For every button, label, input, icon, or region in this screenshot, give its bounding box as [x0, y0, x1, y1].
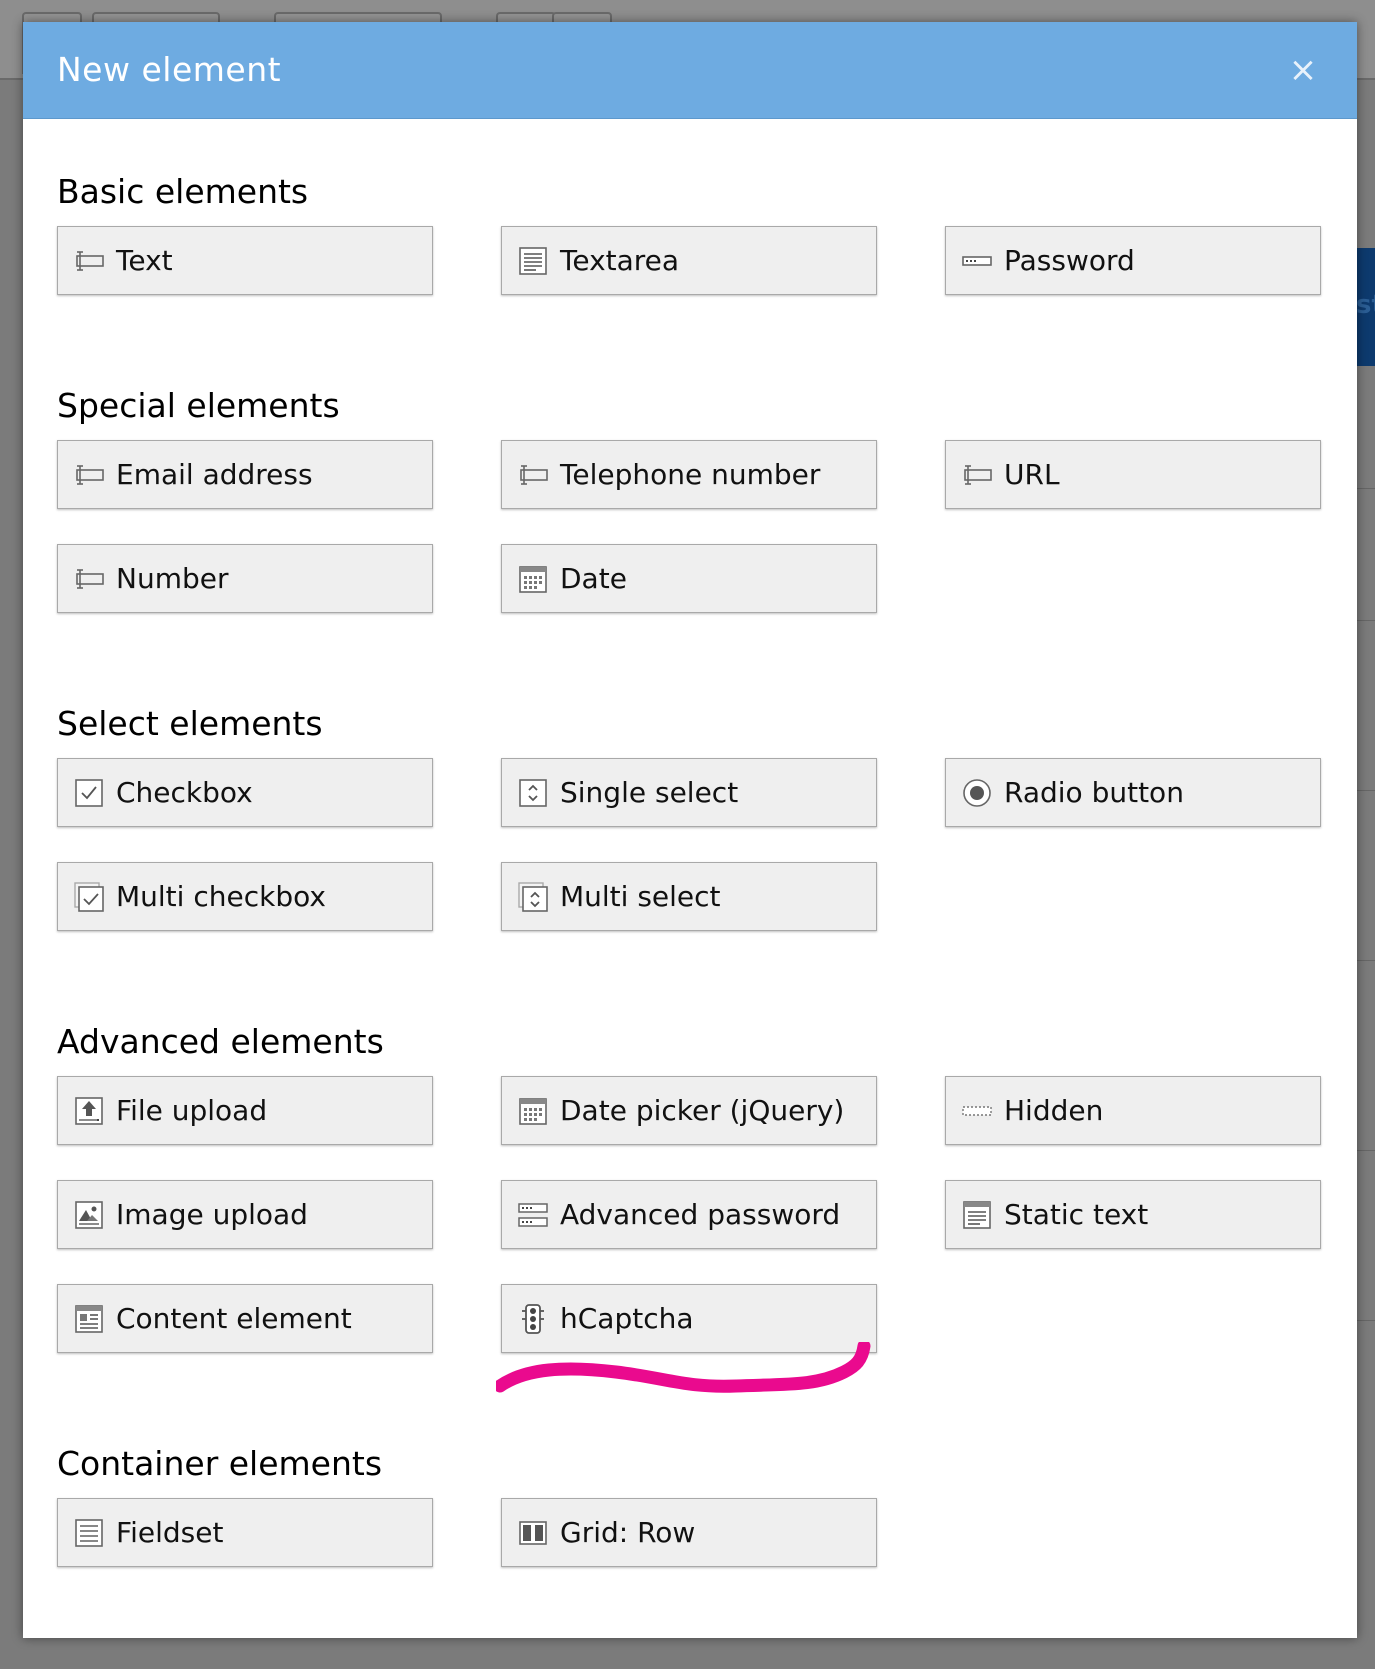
element-button-content-element[interactable]: Content element: [57, 1284, 433, 1353]
calendar-icon: [517, 563, 549, 595]
element-label: Multi select: [560, 880, 721, 913]
background-divider: [1357, 1320, 1375, 1321]
element-button-grid-row[interactable]: Grid: Row: [501, 1498, 877, 1567]
background-divider: [1357, 1150, 1375, 1151]
text-field-icon: [73, 245, 105, 277]
static-text-icon: [961, 1199, 993, 1231]
element-label: Date: [560, 562, 627, 595]
element-button-multi-checkbox[interactable]: Multi checkbox: [57, 862, 433, 931]
element-label: Radio button: [1004, 776, 1184, 809]
element-button-checkbox[interactable]: Checkbox: [57, 758, 433, 827]
dialog-header: New element ×: [23, 22, 1357, 119]
background-divider: [1357, 620, 1375, 621]
element-label: URL: [1004, 458, 1060, 491]
element-button-multi-select[interactable]: Multi select: [501, 862, 877, 931]
grid-row-icon: [517, 1517, 549, 1549]
element-label: Date picker (jQuery): [560, 1094, 845, 1127]
text-field-icon: [961, 459, 993, 491]
password-field-icon: [961, 245, 993, 277]
content-element-icon: [73, 1303, 105, 1335]
element-button-static-text[interactable]: Static text: [945, 1180, 1321, 1249]
background-partial-text: st: [1356, 290, 1375, 320]
select-icon: [517, 777, 549, 809]
file-upload-icon: [73, 1095, 105, 1127]
element-label: Hidden: [1004, 1094, 1104, 1127]
section-title: Special elements: [57, 386, 340, 425]
element-button-url[interactable]: URL: [945, 440, 1321, 509]
section-title: Container elements: [57, 1444, 383, 1483]
element-label: Image upload: [116, 1198, 308, 1231]
element-button-file-upload[interactable]: File upload: [57, 1076, 433, 1145]
background-divider: [1357, 488, 1375, 489]
element-button-number[interactable]: Number: [57, 544, 433, 613]
element-button-single-select[interactable]: Single select: [501, 758, 877, 827]
fieldset-icon: [73, 1517, 105, 1549]
element-button-radio-button[interactable]: Radio button: [945, 758, 1321, 827]
element-label: Checkbox: [116, 776, 253, 809]
element-label: Multi checkbox: [116, 880, 326, 913]
background-divider: [1357, 960, 1375, 961]
element-button-textarea[interactable]: Textarea: [501, 226, 877, 295]
element-button-text[interactable]: Text: [57, 226, 433, 295]
element-button-image-upload[interactable]: Image upload: [57, 1180, 433, 1249]
element-button-password[interactable]: Password: [945, 226, 1321, 295]
traffic-light-icon: [517, 1303, 549, 1335]
multi-select-icon: [517, 881, 549, 913]
element-label: Textarea: [560, 244, 680, 277]
dialog-title: New element: [57, 50, 282, 89]
image-upload-icon: [73, 1199, 105, 1231]
element-label: File upload: [116, 1094, 268, 1127]
close-button[interactable]: ×: [1285, 52, 1321, 88]
annotation-underline: [496, 1342, 871, 1393]
text-field-icon: [517, 459, 549, 491]
text-field-icon: [73, 563, 105, 595]
section-title: Select elements: [57, 704, 323, 743]
element-button-fieldset[interactable]: Fieldset: [57, 1498, 433, 1567]
element-label: Email address: [116, 458, 313, 491]
calendar-icon: [517, 1095, 549, 1127]
element-button-date[interactable]: Date: [501, 544, 877, 613]
element-label: Static text: [1004, 1198, 1149, 1231]
element-label: hCaptcha: [560, 1302, 694, 1335]
advanced-password-icon: [517, 1199, 549, 1231]
section-title: Basic elements: [57, 172, 309, 211]
element-label: Content element: [116, 1302, 352, 1335]
element-button-date-picker[interactable]: Date picker (jQuery): [501, 1076, 877, 1145]
element-label: Fieldset: [116, 1516, 224, 1549]
element-button-telephone-number[interactable]: Telephone number: [501, 440, 877, 509]
section-title: Advanced elements: [57, 1022, 384, 1061]
element-label: Telephone number: [560, 458, 821, 491]
element-label: Grid: Row: [560, 1516, 696, 1549]
background-divider: [1357, 790, 1375, 791]
element-label: Password: [1004, 244, 1135, 277]
radio-icon: [961, 777, 993, 809]
textarea-icon: [517, 245, 549, 277]
element-label: Single select: [560, 776, 739, 809]
text-field-icon: [73, 459, 105, 491]
checkbox-icon: [73, 777, 105, 809]
element-button-email-address[interactable]: Email address: [57, 440, 433, 509]
element-label: Number: [116, 562, 229, 595]
element-button-hidden[interactable]: Hidden: [945, 1076, 1321, 1145]
multi-checkbox-icon: [73, 881, 105, 913]
element-label: Advanced password: [560, 1198, 841, 1231]
hidden-field-icon: [961, 1095, 993, 1127]
element-label: Text: [116, 244, 173, 277]
element-button-advanced-password[interactable]: Advanced password: [501, 1180, 877, 1249]
